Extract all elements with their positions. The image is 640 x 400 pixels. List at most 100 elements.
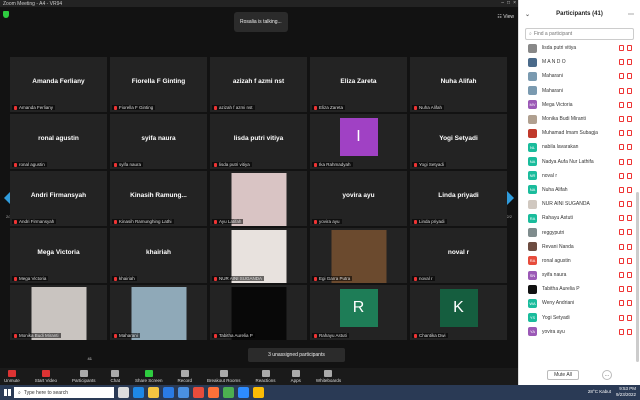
- video-tile[interactable]: Maharani: [110, 285, 207, 340]
- taskbar-search[interactable]: ⌕ Type here to search: [14, 387, 114, 398]
- mute-all-button[interactable]: Mute All: [547, 370, 579, 380]
- muted-mic-icon[interactable]: [619, 45, 624, 51]
- video-off-icon[interactable]: [627, 186, 632, 193]
- office-icon[interactable]: [193, 387, 204, 398]
- toolbar-reactions-button[interactable]: Reactions: [256, 370, 276, 385]
- video-off-icon[interactable]: [627, 115, 632, 122]
- toolbar-unmute-button[interactable]: Unmute: [4, 370, 20, 385]
- panel-more-icon[interactable]: ⋯: [628, 11, 634, 18]
- video-off-icon[interactable]: [627, 300, 632, 307]
- video-off-icon[interactable]: [627, 144, 632, 151]
- minimize-icon[interactable]: –: [501, 0, 504, 6]
- participant-row[interactable]: Revani Nanda: [519, 240, 640, 254]
- unassigned-participants-banner[interactable]: 3 unassigned participants: [248, 348, 345, 362]
- muted-mic-icon[interactable]: [619, 144, 624, 151]
- video-tile[interactable]: Yogi Setyadi Yogi Setyadi: [410, 114, 507, 169]
- video-tile[interactable]: Monika Budi Miranti: [10, 285, 107, 340]
- video-off-icon[interactable]: [627, 59, 632, 66]
- video-off-icon[interactable]: [627, 45, 632, 51]
- participant-row[interactable]: lisda putri vitiya: [519, 41, 640, 55]
- participant-row[interactable]: YS Yogi Setyadi: [519, 311, 640, 325]
- muted-mic-icon[interactable]: [619, 186, 624, 193]
- participant-row[interactable]: Maharani: [519, 84, 640, 98]
- video-tile[interactable]: ronal agustin ronal agustin: [10, 114, 107, 169]
- video-off-icon[interactable]: [627, 286, 632, 293]
- muted-mic-icon[interactable]: [619, 101, 624, 108]
- video-off-icon[interactable]: [627, 101, 632, 108]
- muted-mic-icon[interactable]: [619, 272, 624, 278]
- firefox-icon[interactable]: [208, 387, 219, 398]
- participant-row[interactable]: NUR AINI SUGANDA: [519, 197, 640, 211]
- start-button[interactable]: [0, 385, 14, 400]
- participant-row[interactable]: YA yovira ayu: [519, 325, 640, 339]
- muted-mic-icon[interactable]: [619, 243, 624, 250]
- security-shield-icon[interactable]: [3, 11, 9, 18]
- muted-mic-icon[interactable]: [619, 229, 624, 236]
- video-off-icon[interactable]: [627, 257, 632, 264]
- mail-icon[interactable]: [178, 387, 189, 398]
- toolbar-whiteboards-button[interactable]: Whiteboards: [316, 370, 341, 385]
- toolbar-chat-button[interactable]: Chat: [110, 370, 120, 385]
- video-tile[interactable]: Linda priyadi Linda priyadi: [410, 171, 507, 226]
- toolbar-share-screen-button[interactable]: Share Screen: [135, 370, 163, 385]
- participant-row[interactable]: RA Rahayu Astuti: [519, 211, 640, 225]
- chrome-icon[interactable]: [223, 387, 234, 398]
- collapse-chevron-icon[interactable]: ⌄: [525, 11, 530, 18]
- muted-mic-icon[interactable]: [619, 130, 624, 137]
- file-explorer-icon[interactable]: [148, 387, 159, 398]
- video-tile[interactable]: azizah f azmi nst azizah f azmi nst: [210, 57, 307, 112]
- store-icon[interactable]: [163, 387, 174, 398]
- participant-row[interactable]: NL nabila lavarakan: [519, 140, 640, 154]
- maximize-icon[interactable]: □: [507, 0, 510, 6]
- participant-row[interactable]: SN syifa naura: [519, 268, 640, 282]
- close-icon[interactable]: ×: [513, 0, 516, 6]
- video-tile[interactable]: Nuha Alifah Nuha Alifah: [410, 57, 507, 112]
- video-off-icon[interactable]: [627, 201, 632, 208]
- video-off-icon[interactable]: [627, 243, 632, 250]
- video-tile[interactable]: Amanda Ferliany Amanda Ferliany: [10, 57, 107, 112]
- video-off-icon[interactable]: [627, 229, 632, 236]
- video-tile[interactable]: NUR AINI SUGANDA: [210, 228, 307, 283]
- video-tile[interactable]: syifa naura syifa naura: [110, 114, 207, 169]
- muted-mic-icon[interactable]: [619, 328, 624, 335]
- participant-row[interactable]: M A N D O: [519, 55, 640, 69]
- participant-row[interactable]: reggyputri: [519, 225, 640, 239]
- muted-mic-icon[interactable]: [619, 286, 624, 293]
- task-view-icon[interactable]: [118, 387, 129, 398]
- muted-mic-icon[interactable]: [619, 73, 624, 80]
- video-off-icon[interactable]: [627, 314, 632, 321]
- clock[interactable]: 9:53 PM 9/23/2022: [616, 386, 636, 397]
- weather-text[interactable]: 28°C Kabut: [588, 389, 611, 394]
- video-tile[interactable]: K Chantika Dwi: [410, 285, 507, 340]
- video-off-icon[interactable]: [627, 73, 632, 80]
- video-tile[interactable]: yovira ayu yovira ayu: [310, 171, 407, 226]
- next-page-arrow-icon[interactable]: [506, 190, 514, 206]
- video-tile[interactable]: Andri Firmansyah Andri Firmansyah: [10, 171, 107, 226]
- video-tile[interactable]: Fiorella F Ginting Fiorella F Ginting: [110, 57, 207, 112]
- video-off-icon[interactable]: [627, 172, 632, 179]
- toolbar-apps-button[interactable]: Apps: [291, 370, 301, 385]
- video-tile[interactable]: Kinasih Ramung... Kinasih Ramunghing Lath…: [110, 171, 207, 226]
- participant-row[interactable]: WA Weny Andriani: [519, 296, 640, 310]
- scrollbar[interactable]: [636, 192, 639, 362]
- muted-mic-icon[interactable]: [619, 201, 624, 208]
- find-participant-field[interactable]: ⌕: [525, 28, 634, 40]
- participant-row[interactable]: RA ronal agustin: [519, 254, 640, 268]
- video-tile[interactable]: lisda putri vitiya lisda putri vitiya: [210, 114, 307, 169]
- participant-row[interactable]: MV Mega Victoria: [519, 98, 640, 112]
- toolbar-breakout-rooms-button[interactable]: Breakout Rooms: [207, 370, 241, 385]
- video-off-icon[interactable]: [627, 87, 632, 94]
- panel-more-button[interactable]: ...: [602, 370, 612, 380]
- toolbar-start-video-button[interactable]: Start Video: [35, 370, 57, 385]
- video-tile[interactable]: I Ika Rahmadyah: [310, 114, 407, 169]
- edge-icon[interactable]: [133, 387, 144, 398]
- video-tile[interactable]: noval r noval r: [410, 228, 507, 283]
- video-tile[interactable]: Egi Garra Putra: [310, 228, 407, 283]
- muted-mic-icon[interactable]: [619, 215, 624, 222]
- video-off-icon[interactable]: [627, 215, 632, 222]
- participant-row[interactable]: NR noval r: [519, 169, 640, 183]
- zoom-icon[interactable]: [238, 387, 249, 398]
- video-off-icon[interactable]: [627, 130, 632, 137]
- muted-mic-icon[interactable]: [619, 115, 624, 122]
- chrome-2-icon[interactable]: [253, 387, 264, 398]
